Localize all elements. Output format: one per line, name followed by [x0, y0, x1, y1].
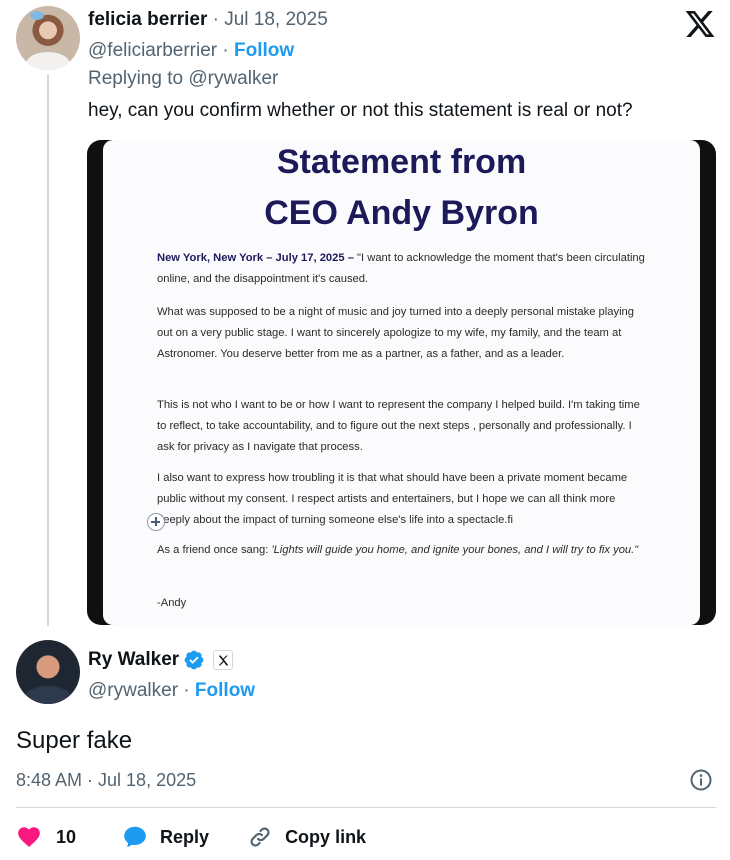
like-count: 10: [56, 826, 77, 847]
verified-badge-icon[interactable]: [183, 649, 205, 671]
follow-button[interactable]: Follow: [234, 40, 294, 61]
avatar[interactable]: [16, 6, 80, 70]
hair-bow: [30, 11, 44, 20]
author-handle[interactable]: @rywalker: [88, 680, 178, 701]
statement-title-line1: Statement from: [276, 143, 527, 181]
author-name[interactable]: felicia berrier: [88, 9, 207, 30]
reply-button[interactable]: Reply: [122, 824, 209, 850]
statement-paragraph-1: New York, New York – July 17, 2025 – "I …: [157, 248, 647, 290]
heart-icon: [18, 827, 40, 847]
statement-paragraph-5: As a friend once sang: 'Lights will guid…: [157, 540, 647, 561]
author-row: Ry Walker: [88, 649, 234, 671]
statement-paragraph-4: I also want to express how troubling it …: [157, 472, 628, 526]
avatar-shirt: [26, 52, 70, 70]
x-affiliate-icon: [218, 655, 229, 665]
tweet-date[interactable]: Jul 18, 2025: [224, 9, 328, 30]
separator: ·: [212, 9, 219, 30]
reply-header: felicia berrier · Jul 18, 2025: [88, 9, 328, 31]
handle-row: @feliciarberrier · Follow: [88, 40, 294, 62]
statement-dateline: New York, New York – July 17, 2025 –: [157, 252, 354, 264]
tweet-text: Super fake: [16, 727, 133, 754]
link-icon: [250, 827, 270, 847]
replying-to[interactable]: Replying to @rywalker: [88, 68, 278, 90]
separator: ·: [222, 40, 234, 61]
author-name[interactable]: Ry Walker: [88, 649, 179, 671]
info-icon[interactable]: [689, 768, 713, 792]
statement-paragraph-3: This is not who I want to be or how I wa…: [157, 399, 640, 453]
statement-quote: 'Lights will guide you home, and ignite …: [271, 544, 639, 556]
statement-title-line2: CEO Andy Byron: [264, 194, 539, 232]
plus-circle-icon: [147, 513, 165, 531]
divider: [16, 807, 716, 808]
statement-document: Statement from CEO Andy Byron New York, …: [103, 140, 700, 625]
avatar-shirt: [24, 686, 72, 704]
copy-link-button[interactable]: Copy link: [247, 824, 366, 850]
copy-link-label: Copy link: [285, 826, 367, 847]
statement-signature: -Andy: [157, 597, 187, 609]
author-handle[interactable]: @feliciarberrier: [88, 40, 217, 61]
speech-bubble-icon: [124, 826, 146, 848]
action-bar: 10 Reply Copy link: [16, 822, 366, 852]
thread-line: [47, 74, 49, 626]
follow-button[interactable]: Follow: [195, 680, 255, 701]
reply-label: Reply: [160, 826, 210, 847]
tweet-image[interactable]: Statement from CEO Andy Byron New York, …: [87, 140, 716, 625]
separator: ·: [183, 680, 195, 701]
like-button[interactable]: 10: [16, 824, 76, 850]
statement-paragraph-5-lead: As a friend once sang:: [157, 544, 272, 556]
x-logo-icon[interactable]: [684, 8, 716, 40]
tweet-timestamp[interactable]: 8:48 AM · Jul 18, 2025: [16, 770, 196, 791]
statement-paragraph-2: What was supposed to be a night of music…: [157, 306, 634, 360]
handle-row: @rywalker · Follow: [88, 680, 255, 702]
affiliate-badge-icon[interactable]: [213, 650, 234, 670]
avatar[interactable]: [16, 640, 80, 704]
tweet-text: hey, can you confirm whether or not this…: [88, 100, 633, 121]
